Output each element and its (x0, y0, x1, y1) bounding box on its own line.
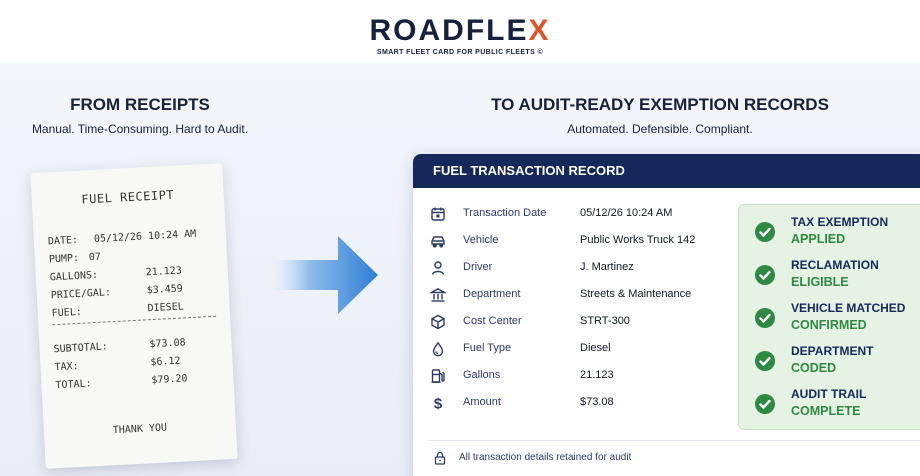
status-panel: TAX EXEMPTION APPLIED RECLAMATION ELIGIB… (738, 204, 920, 430)
brand-logo-accent: X (528, 14, 551, 47)
receipt-value: $73.08 (149, 337, 186, 351)
car-icon (430, 233, 446, 249)
record-footer: All transaction details retained for aud… (413, 451, 920, 469)
right-title: TO AUDIT-READY EXEMPTION RECORDS (491, 95, 829, 114)
field-value: 05/12/26 10:24 AM (580, 207, 673, 219)
receipt-key: DATE: (47, 234, 79, 248)
field-driver: Driver J. Martinez (413, 258, 733, 278)
lock-icon (433, 451, 447, 465)
field-value: $73.08 (580, 396, 614, 408)
check-circle-icon (755, 265, 775, 285)
brand-logo-main: ROADFLE (369, 14, 529, 47)
receipt-key: PRICE/GAL: (50, 287, 112, 302)
status-value: CONFIRMED (791, 318, 867, 332)
status-vehicle-matched: VEHICLE MATCHED CONFIRMED (739, 301, 920, 339)
receipt-key: TOTAL: (55, 378, 92, 392)
calendar-icon (430, 206, 446, 222)
status-tax-exemption: TAX EXEMPTION APPLIED (739, 215, 920, 253)
field-value: 21.123 (580, 369, 614, 381)
field-amount: $ Amount $73.08 (413, 393, 733, 413)
status-title: TAX EXEMPTION (791, 215, 889, 229)
receipt-value: $6.12 (150, 355, 181, 369)
receipt-value: 07 (88, 251, 102, 264)
field-value: Public Works Truck 142 (580, 234, 696, 246)
status-value: ELIGIBLE (791, 275, 849, 289)
field-label: Gallons (463, 369, 501, 381)
cube-icon (430, 314, 446, 330)
receipt-value: 05/12/26 10:24 AM (93, 228, 197, 245)
person-icon (430, 260, 446, 276)
receipt-value: $79.20 (151, 373, 188, 387)
receipt-value: DIESEL (147, 301, 185, 315)
fuel-pump-icon (430, 368, 446, 384)
receipt-line-fuel: FUEL: DIESEL (51, 300, 216, 323)
status-title: VEHICLE MATCHED (791, 301, 906, 315)
field-vehicle: Vehicle Public Works Truck 142 (413, 231, 733, 251)
field-transaction-date: Transaction Date 05/12/26 10:24 AM (413, 204, 733, 224)
brand-header: ROADFLEX SMART FLEET CARD FOR PUBLIC FLE… (0, 14, 920, 56)
check-circle-icon (755, 308, 775, 328)
status-title: AUDIT TRAIL (791, 387, 867, 401)
fuel-receipt: FUEL RECEIPT DATE: 05/12/26 10:24 AM PUM… (30, 163, 238, 469)
right-subtitle: Automated. Defensible. Compliant. (567, 122, 753, 136)
record-footer-text: All transaction details retained for aud… (459, 452, 632, 463)
receipt-line-total: TOTAL: $79.20 (55, 372, 220, 395)
status-value: COMPLETE (791, 404, 861, 418)
left-title: FROM RECEIPTS (70, 95, 210, 114)
check-circle-icon (755, 222, 775, 242)
receipt-key: FUEL: (51, 306, 83, 320)
check-circle-icon (755, 394, 775, 414)
field-label: Cost Center (463, 315, 522, 327)
status-value: CODED (791, 361, 837, 375)
check-circle-icon (755, 351, 775, 371)
receipt-key: PUMP: (48, 252, 80, 266)
receipt-value: $3.459 (146, 283, 184, 297)
field-value: Diesel (580, 342, 611, 354)
field-label: Transaction Date (463, 207, 547, 219)
field-label: Amount (463, 396, 501, 408)
field-value: Streets & Maintenance (580, 288, 692, 300)
record-divider (428, 440, 920, 441)
status-value: APPLIED (791, 232, 846, 246)
field-value: STRT-300 (580, 315, 630, 327)
droplet-icon (430, 341, 446, 357)
status-reclamation: RECLAMATION ELIGIBLE (739, 258, 920, 296)
receipt-title: FUEL RECEIPT (81, 187, 175, 207)
field-cost-center: Cost Center STRT-300 (413, 312, 733, 332)
brand-logo: ROADFLEX (0, 14, 920, 48)
field-label: Vehicle (463, 234, 499, 246)
dollar-icon: $ (430, 395, 446, 412)
fuel-transaction-record-card: FUEL TRANSACTION RECORD Transaction Date… (413, 154, 920, 476)
brand-tagline: SMART FLEET CARD FOR PUBLIC FLEETS © (376, 49, 544, 56)
receipt-value: 21.123 (145, 265, 183, 279)
receipt-footer: THANK YOU (112, 422, 168, 437)
receipt-key: SUBTOTAL: (53, 341, 109, 356)
receipt-key: GALLONS: (49, 269, 99, 284)
arrow-right-icon (272, 236, 378, 314)
field-value: J. Martinez (580, 261, 634, 273)
field-department: Department Streets & Maintenance (413, 285, 733, 305)
field-fuel-type: Fuel Type Diesel (413, 339, 733, 359)
status-department: DEPARTMENT CODED (739, 344, 920, 382)
field-label: Department (463, 288, 521, 300)
left-subtitle: Manual. Time-Consuming. Hard to Audit. (31, 122, 249, 136)
status-title: RECLAMATION (791, 258, 879, 272)
record-header: FUEL TRANSACTION RECORD (413, 154, 920, 188)
field-gallons: Gallons 21.123 (413, 366, 733, 386)
receipt-key: TAX: (54, 360, 79, 374)
field-label: Fuel Type (463, 342, 512, 354)
building-icon (430, 287, 446, 303)
status-audit-trail: AUDIT TRAIL COMPLETE (739, 387, 920, 425)
status-title: DEPARTMENT (791, 344, 874, 358)
field-label: Driver (463, 261, 493, 273)
svg-text:$: $ (434, 396, 443, 412)
